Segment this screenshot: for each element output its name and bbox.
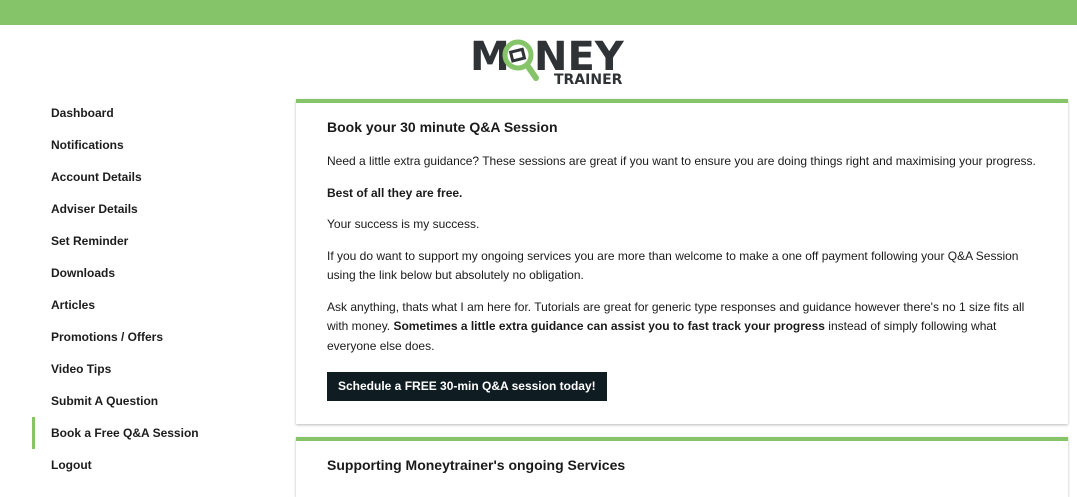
sidebar-item-articles[interactable]: Articles xyxy=(32,289,272,321)
logo-graphic: M NEY TRAINER xyxy=(470,34,625,88)
sidebar-nav: Dashboard Notifications Account Details … xyxy=(32,97,272,481)
success-text: Your success is my success. xyxy=(327,217,480,231)
card-title: Book your 30 minute Q&A Session xyxy=(327,119,558,135)
schedule-session-button[interactable]: Schedule a FREE 30-min Q&A session today… xyxy=(327,372,607,401)
ask-text-highlight: Sometimes a little extra guidance can as… xyxy=(393,319,825,333)
sidebar-item-submit-question[interactable]: Submit A Question xyxy=(32,385,272,417)
sidebar-item-video-tips[interactable]: Video Tips xyxy=(32,353,272,385)
sidebar-item-book-qa-session[interactable]: Book a Free Q&A Session xyxy=(32,417,272,449)
sidebar-item-adviser-details[interactable]: Adviser Details xyxy=(32,193,272,225)
qa-session-card: Book your 30 minute Q&A Session Need a l… xyxy=(296,99,1068,424)
sidebar-item-account-details[interactable]: Account Details xyxy=(32,161,272,193)
free-note: Best of all they are free. xyxy=(327,185,463,200)
sidebar-item-promotions-offers[interactable]: Promotions / Offers xyxy=(32,321,272,353)
intro-text: Need a little extra guidance? These sess… xyxy=(327,154,1036,168)
card-title: Supporting Moneytrainer's ongoing Servic… xyxy=(327,457,626,473)
support-text: If you do want to support my ongoing ser… xyxy=(327,248,1019,283)
top-banner xyxy=(0,0,1077,25)
money-trainer-logo[interactable]: M NEY TRAINER xyxy=(470,34,632,88)
sidebar-item-notifications[interactable]: Notifications xyxy=(32,129,272,161)
ask-text: Ask anything, thats what I am here for. … xyxy=(327,299,1025,353)
sidebar-item-downloads[interactable]: Downloads xyxy=(32,257,272,289)
support-services-card: Supporting Moneytrainer's ongoing Servic… xyxy=(296,437,1068,497)
sidebar-item-dashboard[interactable]: Dashboard xyxy=(32,97,272,129)
logo-subtitle: TRAINER xyxy=(554,72,623,88)
sidebar-item-set-reminder[interactable]: Set Reminder xyxy=(32,225,272,257)
sidebar-item-logout[interactable]: Logout xyxy=(32,449,272,481)
